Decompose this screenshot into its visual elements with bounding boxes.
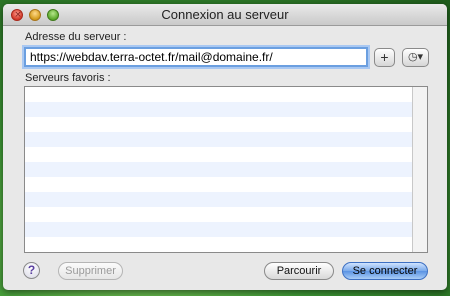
server-address-label: Adresse du serveur : [25,31,127,43]
help-button[interactable]: ? [23,262,40,279]
list-item[interactable] [25,192,427,207]
list-item[interactable] [25,207,427,222]
list-item[interactable] [25,237,427,252]
list-item[interactable] [25,147,427,162]
list-item[interactable] [25,132,427,147]
favorite-servers-label: Serveurs favoris : [25,72,111,84]
delete-button[interactable]: Supprimer [58,262,123,280]
list-item[interactable] [25,117,427,132]
add-favorite-button[interactable]: + [374,48,395,67]
favorite-servers-list[interactable] [24,86,428,253]
recent-servers-button[interactable]: ◷▾ [402,48,429,67]
list-item[interactable] [25,162,427,177]
list-item[interactable] [25,102,427,117]
connect-button[interactable]: Se connecter [342,262,428,280]
title-bar[interactable]: × Connexion au serveur [3,4,447,26]
vertical-scrollbar[interactable] [412,87,427,252]
list-item[interactable] [25,177,427,192]
server-address-input[interactable] [24,47,368,67]
list-item[interactable] [25,87,427,102]
window-title: Connexion au serveur [161,7,289,22]
browse-button[interactable]: Parcourir [264,262,334,280]
clock-icon: ◷▾ [407,51,424,63]
connect-to-server-window: × Connexion au serveur Adresse du serveu… [3,4,447,290]
list-item[interactable] [25,222,427,237]
